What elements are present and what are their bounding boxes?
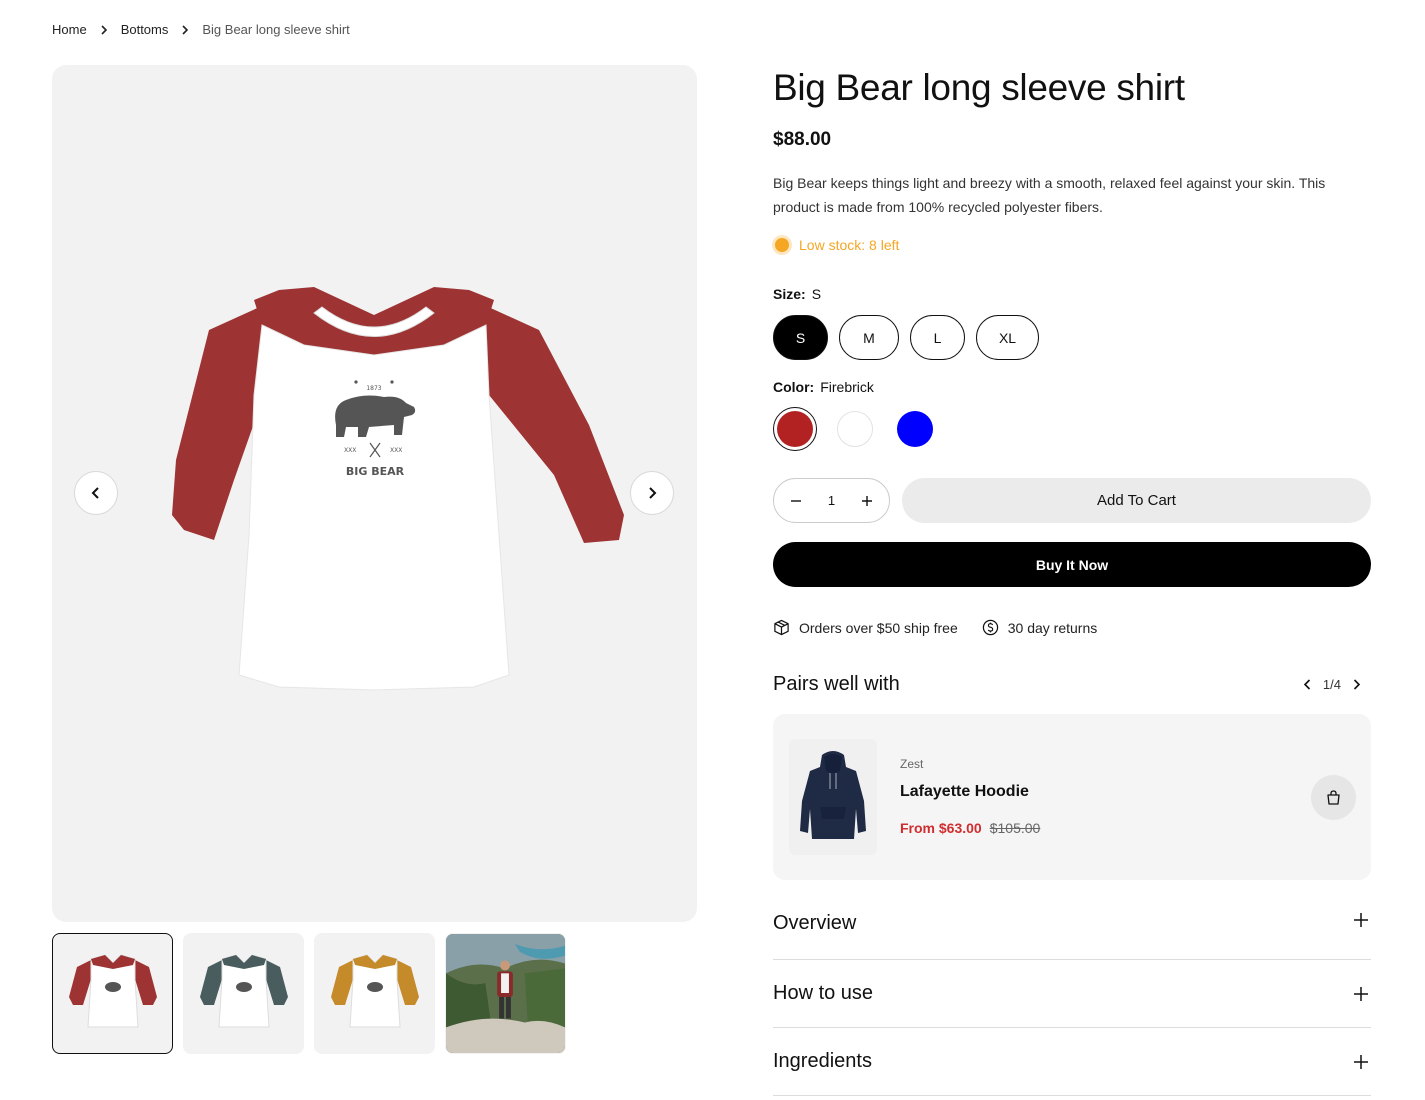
perks-row: Orders over $50 ship free 30 day returns bbox=[773, 619, 1371, 636]
size-option-l[interactable]: L bbox=[910, 315, 965, 360]
size-option-xl[interactable]: XL bbox=[976, 315, 1039, 360]
shirt-thumbnail-image bbox=[199, 953, 288, 1027]
color-label: Color: Firebrick bbox=[773, 379, 1371, 395]
pair-product-name[interactable]: Lafayette Hoodie bbox=[900, 783, 1029, 801]
pair-product-card[interactable]: Zest Lafayette Hoodie From $63.00 $105.0… bbox=[773, 714, 1371, 880]
accordion-ingredients-label: Ingredients bbox=[773, 1050, 872, 1072]
gallery-next-button[interactable] bbox=[630, 471, 674, 515]
size-option-s[interactable]: S bbox=[773, 315, 828, 360]
pair-vendor: Zest bbox=[900, 757, 924, 771]
quantity-decrease-button[interactable] bbox=[788, 493, 804, 509]
color-label-title: Color: bbox=[773, 379, 815, 395]
perk-returns: 30 day returns bbox=[982, 619, 1098, 636]
pair-original-price: $105.00 bbox=[989, 820, 1041, 836]
quantity-stepper: 1 bbox=[773, 478, 890, 523]
swatch-fill bbox=[897, 411, 933, 447]
shirt-thumbnail-image bbox=[68, 953, 157, 1027]
thumbnail-firebrick[interactable] bbox=[52, 933, 173, 1054]
pairs-header: Pairs well with 1/4 bbox=[773, 673, 1371, 696]
quantity-increase-button[interactable] bbox=[859, 493, 875, 509]
plus-icon bbox=[1354, 913, 1368, 927]
accordion-how-to-use[interactable]: How to use bbox=[773, 960, 1371, 1028]
stock-status: Low stock: 8 left bbox=[773, 237, 1371, 253]
package-icon bbox=[774, 619, 789, 636]
size-label-title: Size: bbox=[773, 286, 806, 302]
size-options: S M L XL bbox=[773, 315, 1371, 360]
size-option-m[interactable]: M bbox=[839, 315, 899, 360]
color-swatch-blue[interactable] bbox=[893, 407, 937, 451]
accordion-overview-label: Overview bbox=[773, 912, 857, 934]
buy-it-now-button[interactable]: Buy It Now bbox=[773, 542, 1371, 587]
accordion-how-to-use-label: How to use bbox=[773, 982, 874, 1004]
product-price: $88.00 bbox=[773, 129, 832, 150]
plus-icon bbox=[1354, 1054, 1368, 1069]
swatch-fill bbox=[777, 411, 813, 447]
pair-sale-price: From $63.00 bbox=[900, 820, 982, 836]
pairs-pager: 1/4 bbox=[1301, 677, 1363, 692]
chevron-right-icon bbox=[87, 24, 121, 35]
swatch-fill bbox=[837, 411, 873, 447]
quantity-value[interactable]: 1 bbox=[828, 493, 835, 508]
lifestyle-photo-image bbox=[446, 934, 565, 1053]
product-info: Big Bear long sleeve shirt $88.00 Big Be… bbox=[773, 65, 1371, 1096]
shopping-bag-icon bbox=[1327, 790, 1340, 805]
thumbnail-lifestyle[interactable] bbox=[445, 933, 566, 1054]
breadcrumb-current: Big Bear long sleeve shirt bbox=[202, 22, 350, 37]
pair-price: From $63.00 $105.00 bbox=[900, 820, 1040, 836]
shirt-thumbnail-image bbox=[330, 953, 419, 1027]
graphic-marks-right: XXX bbox=[390, 447, 402, 454]
chevron-right-icon bbox=[1353, 679, 1360, 690]
accordion-ingredients[interactable]: Ingredients bbox=[773, 1028, 1371, 1096]
hoodie-image bbox=[789, 739, 877, 855]
accordion-overview[interactable]: Overview bbox=[773, 903, 1371, 960]
pairs-title: Pairs well with bbox=[773, 673, 900, 695]
product-title: Big Bear long sleeve shirt bbox=[773, 67, 1185, 108]
dollar-circle-icon bbox=[982, 619, 998, 636]
purchase-row: 1 Add To Cart bbox=[773, 478, 1371, 523]
product-details-accordion: Overview How to use Ingredients bbox=[773, 903, 1371, 1096]
breadcrumb-home[interactable]: Home bbox=[52, 22, 87, 37]
color-swatch-firebrick[interactable] bbox=[773, 407, 817, 451]
pairs-pager-count: 1/4 bbox=[1322, 677, 1341, 692]
breadcrumb: Home Bottoms Big Bear long sleeve shirt bbox=[52, 22, 350, 37]
pairs-prev-button[interactable] bbox=[1301, 678, 1315, 692]
stock-dot-icon bbox=[775, 238, 789, 252]
color-swatch-white[interactable] bbox=[833, 407, 877, 451]
thumbnail-strip bbox=[52, 933, 566, 1054]
color-swatches bbox=[773, 407, 1371, 451]
stock-text: Low stock: 8 left bbox=[799, 237, 900, 253]
chevron-right-icon bbox=[649, 487, 657, 499]
minus-icon bbox=[791, 499, 801, 502]
product-image: 1873 XXX XXX BIG BEAR bbox=[172, 287, 624, 691]
add-to-cart-button[interactable]: Add To Cart bbox=[902, 478, 1371, 523]
graphic-text: BIG BEAR bbox=[346, 465, 405, 478]
size-label: Size: S bbox=[773, 286, 1371, 302]
perk-returns-text: 30 day returns bbox=[1007, 619, 1098, 636]
gallery-prev-button[interactable] bbox=[74, 471, 118, 515]
perk-shipping-text: Orders over $50 ship free bbox=[799, 619, 958, 636]
breadcrumb-bottoms[interactable]: Bottoms bbox=[121, 22, 169, 37]
plus-icon bbox=[1354, 986, 1368, 1001]
thumbnail-mustard[interactable] bbox=[314, 933, 435, 1054]
color-selected-value: Firebrick bbox=[820, 379, 874, 395]
thumbnail-slate[interactable] bbox=[183, 933, 304, 1054]
pairs-next-button[interactable] bbox=[1349, 678, 1363, 692]
graphic-marks-left: XXX bbox=[344, 447, 356, 454]
chevron-left-icon bbox=[91, 487, 99, 499]
chevron-left-icon bbox=[1304, 679, 1311, 690]
chevron-right-icon bbox=[168, 24, 202, 35]
hoodie-thumbnail bbox=[800, 751, 866, 839]
graphic-year: 1873 bbox=[366, 385, 381, 392]
product-description: Big Bear keeps things light and breezy w… bbox=[773, 175, 1326, 215]
product-gallery: 1873 XXX XXX BIG BEAR bbox=[52, 65, 697, 922]
size-selected-value: S bbox=[811, 286, 822, 302]
pair-add-to-cart-button[interactable] bbox=[1311, 775, 1356, 820]
perk-shipping: Orders over $50 ship free bbox=[773, 619, 958, 636]
plus-icon bbox=[861, 495, 872, 506]
